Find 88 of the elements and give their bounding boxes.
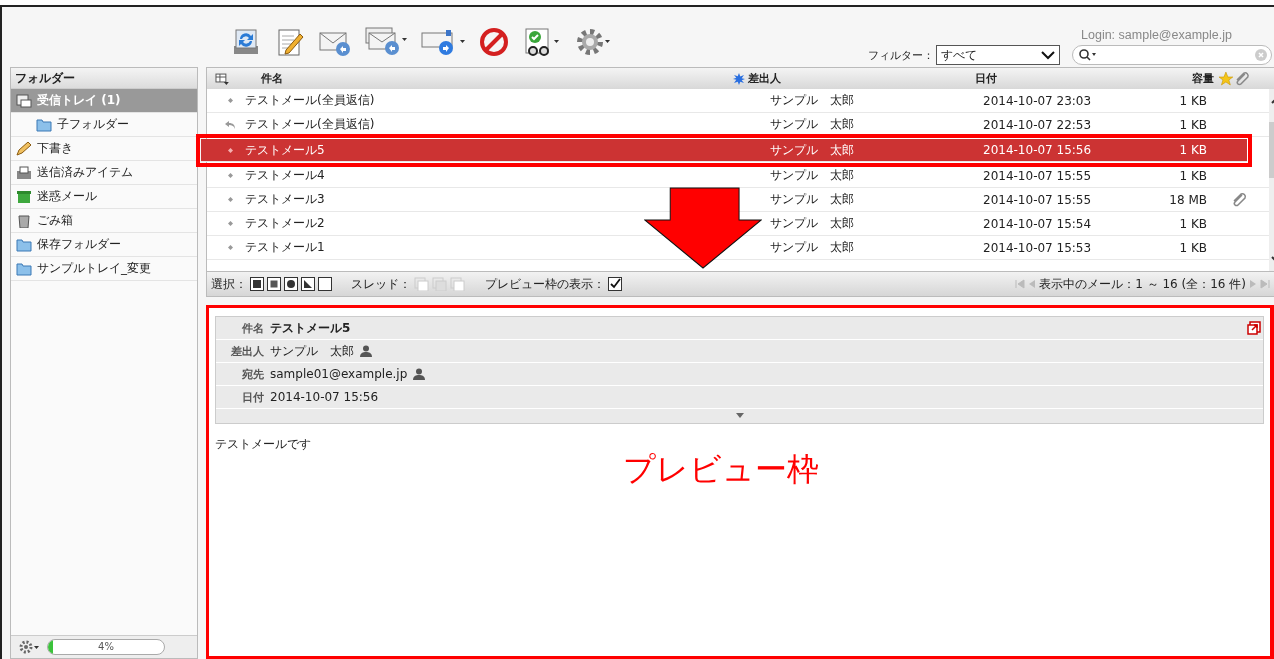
columns-icon[interactable] xyxy=(215,72,229,85)
approve-icon[interactable] xyxy=(522,25,562,58)
field-label: 差出人 xyxy=(230,343,264,359)
column-header[interactable]: 容量 xyxy=(1133,71,1215,86)
quota-reading: 4% xyxy=(97,640,115,654)
chevron-down-icon xyxy=(1041,50,1055,60)
sidebar-title: フォルダー xyxy=(11,68,197,89)
folder-item[interactable]: サンプルトレイ_変更 xyxy=(11,257,197,281)
date-text: 2014-10-07 15:54 xyxy=(983,216,1093,231)
folder-item[interactable]: 保存フォルダー xyxy=(11,233,197,257)
subject-text: テストメール5 xyxy=(245,141,326,159)
field-value: sample01@example.jp xyxy=(270,367,408,381)
bin-icon xyxy=(16,189,32,204)
message-body: テストメールです xyxy=(215,436,312,453)
paging-text: 表示中のメール：1 ～ 16 (全：16 件) xyxy=(1039,275,1246,293)
field-label: 宛先 xyxy=(241,366,264,382)
annotation-label: プレビュー枠 xyxy=(623,449,819,490)
subject-text: テストメール(全員返信) xyxy=(245,116,376,133)
date-text: 2014-10-07 15:53 xyxy=(983,240,1093,255)
select-read-icon[interactable] xyxy=(267,277,281,291)
sender-text: サンプル 太郎 xyxy=(770,215,855,232)
column-header[interactable]: 差出人 xyxy=(747,71,781,86)
date-text: 2014-10-07 15:55 xyxy=(983,168,1093,183)
login-text: Login: sample@example.jp xyxy=(1081,28,1232,42)
sender-text: サンプル 太郎 xyxy=(770,239,855,256)
size-text: 1 KB xyxy=(1178,143,1207,157)
sender-text: サンプル 太郎 xyxy=(770,116,855,133)
folder-icon xyxy=(36,117,52,132)
subject-text: テストメール1 xyxy=(245,239,326,256)
date-text: 2014-10-07 22:53 xyxy=(983,117,1093,132)
sender-text: サンプル 太郎 xyxy=(770,92,855,109)
size-text: 1 KB xyxy=(1178,117,1207,132)
field-label: 件名 xyxy=(241,320,264,336)
sender-text: サンプル 太郎 xyxy=(770,141,855,159)
reply-arrow-icon xyxy=(225,120,235,129)
folder-icon xyxy=(16,261,32,276)
field-value: 2014-10-07 15:56 xyxy=(270,390,379,404)
date-text: 2014-10-07 15:55 xyxy=(983,192,1093,207)
folder-item[interactable]: 送信済みアイテム xyxy=(11,161,197,185)
subject-text: テストメール3 xyxy=(245,191,326,208)
subject-text: テストメール4 xyxy=(245,167,326,184)
search-field[interactable] xyxy=(1072,45,1272,65)
folder-item[interactable]: ごみ箱 xyxy=(11,209,197,233)
sender-text: サンプル 太郎 xyxy=(770,191,855,208)
folder-item[interactable]: 迷惑メール xyxy=(11,185,197,209)
filter-dropdown[interactable]: すべて xyxy=(936,45,1060,65)
paperclip-icon xyxy=(1234,70,1250,87)
block-icon[interactable] xyxy=(478,25,510,58)
expand-icon[interactable] xyxy=(734,413,745,419)
field-label: 日付 xyxy=(241,389,264,405)
settings-icon[interactable] xyxy=(19,640,41,654)
field-value: サンプル 太郎 xyxy=(270,342,354,360)
preview-checkbox[interactable] xyxy=(608,277,622,291)
message-row[interactable]: テストメール(全員返信) サンプル 太郎 2014-10-07 23:03 1 KB xyxy=(207,89,1269,113)
preview-toggle-label: プレビュー枠の表示： xyxy=(485,275,605,293)
select-all-icon[interactable] xyxy=(250,277,264,291)
folder-icon xyxy=(16,237,32,252)
popout-icon[interactable] xyxy=(1247,321,1261,335)
thread-label: スレッド： xyxy=(351,275,411,293)
size-text: 1 KB xyxy=(1178,168,1207,183)
search-icon xyxy=(1079,49,1097,61)
folder-item[interactable]: 子フォルダー xyxy=(11,113,197,137)
reply-all-icon[interactable] xyxy=(364,24,408,56)
column-header[interactable]: 日付 xyxy=(975,71,1134,86)
person-icon[interactable] xyxy=(360,345,372,357)
select-invert-icon[interactable] xyxy=(301,277,315,291)
size-text: 18 MB xyxy=(1168,192,1207,207)
select-new-icon[interactable] xyxy=(284,277,298,291)
size-text: 1 KB xyxy=(1178,240,1207,255)
select-label: 選択： xyxy=(211,275,247,293)
date-text: 2014-10-07 23:03 xyxy=(983,93,1093,108)
star-burst-icon xyxy=(732,72,745,85)
filter-label: フィルター： xyxy=(868,47,934,63)
sender-text: サンプル 太郎 xyxy=(770,167,855,184)
thread-icons-drawing xyxy=(414,277,466,291)
pencil-icon xyxy=(16,141,32,156)
field-value: テストメール5 xyxy=(270,319,351,337)
person-icon[interactable] xyxy=(413,368,426,380)
printer-icon xyxy=(16,165,32,180)
select-none-icon[interactable] xyxy=(318,277,332,291)
subject-text: テストメール(全員返信) xyxy=(245,92,376,109)
subject-text: テストメール2 xyxy=(245,215,326,232)
date-text: 2014-10-07 15:56 xyxy=(983,143,1093,157)
size-text: 1 KB xyxy=(1178,216,1207,231)
star-icon xyxy=(1218,70,1235,87)
size-text: 1 KB xyxy=(1178,93,1207,108)
trash-icon xyxy=(16,213,32,228)
inbox-icon xyxy=(16,93,32,108)
